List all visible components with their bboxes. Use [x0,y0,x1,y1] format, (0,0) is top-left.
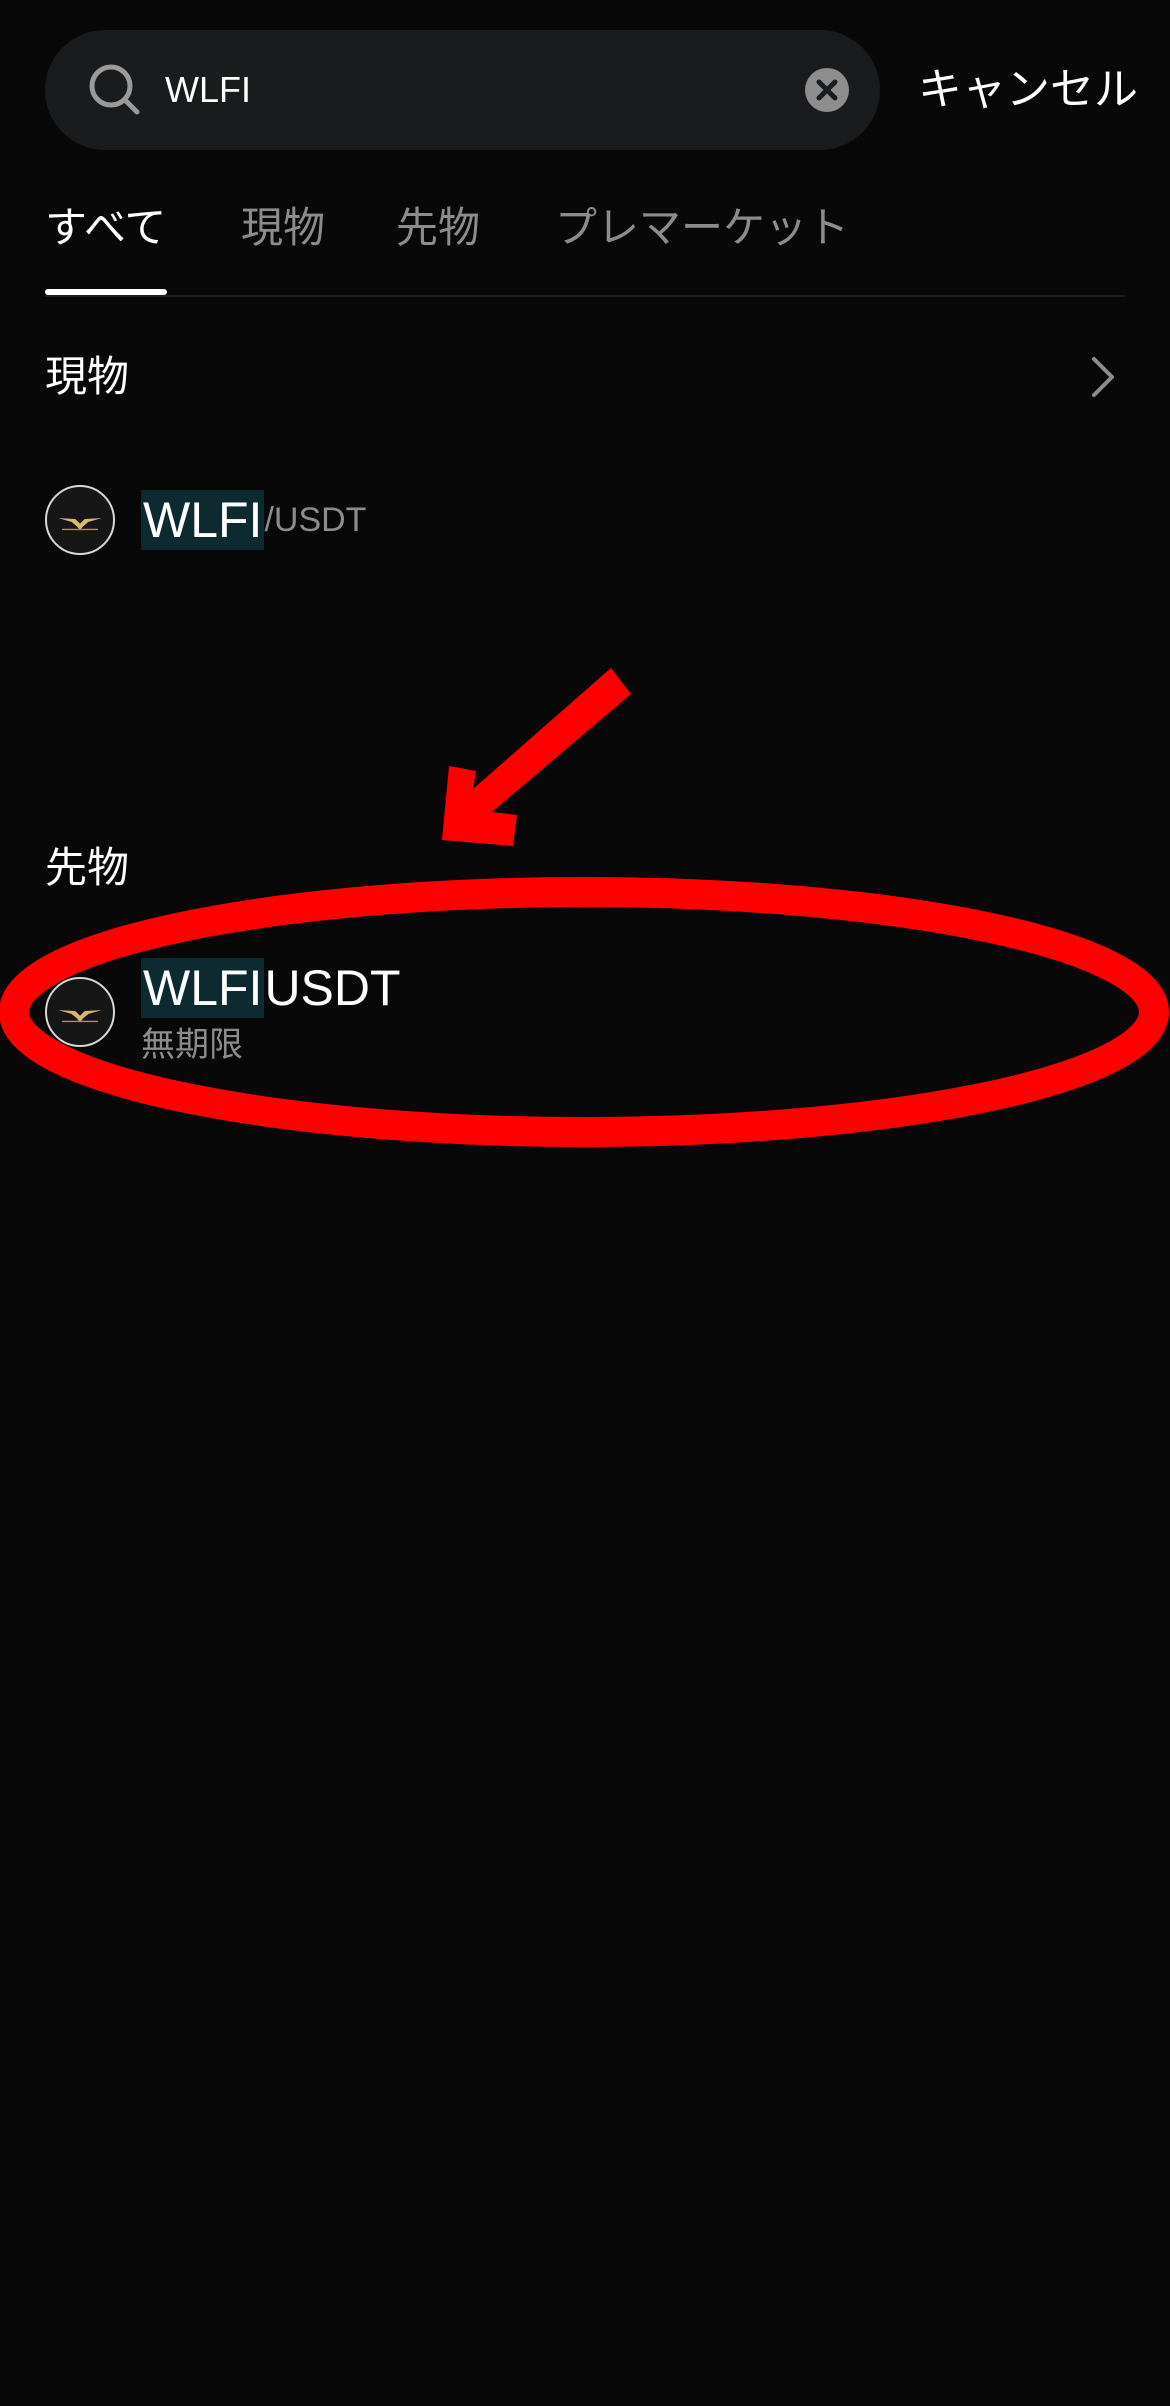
search-bar [45,30,880,150]
contract-type-label: 無期限 [141,1025,243,1065]
wlfi-eagle-logo-icon [45,485,115,555]
chevron-right-icon[interactable] [1090,355,1116,399]
tab-premarket[interactable]: プレマーケット [555,195,849,261]
annotation-arrow [442,668,631,846]
futures-result-row[interactable]: WLFIUSDT 無期限 [45,955,1125,1065]
futures-quote-pair: USDT [264,960,401,1016]
search-match-highlight: WLFI [141,490,265,550]
tab-futures[interactable]: 先物 [396,195,480,261]
wlfi-eagle-logo-icon [45,977,115,1047]
spot-section-title[interactable]: 現物 [45,347,129,407]
search-match-highlight: WLFI [141,958,265,1018]
active-tab-indicator [45,289,167,295]
search-icon [89,64,140,115]
annotation-overlay [0,668,1169,1147]
clear-icon[interactable] [804,67,850,113]
tab-spot[interactable]: 現物 [241,195,325,261]
spot-result-row[interactable]: WLFI/USDT [45,480,1125,560]
futures-symbol: WLFIUSDT [141,958,401,1018]
category-tabs: すべて 現物 先物 プレマーケット [45,195,1125,297]
spot-quote-pair: /USDT [264,501,367,539]
spot-symbol: WLFI/USDT [141,490,366,550]
futures-section-title: 先物 [45,843,130,892]
search-input[interactable] [165,30,725,150]
tab-all[interactable]: すべて [45,195,166,261]
cancel-button[interactable]: キャンセル [918,58,1138,122]
